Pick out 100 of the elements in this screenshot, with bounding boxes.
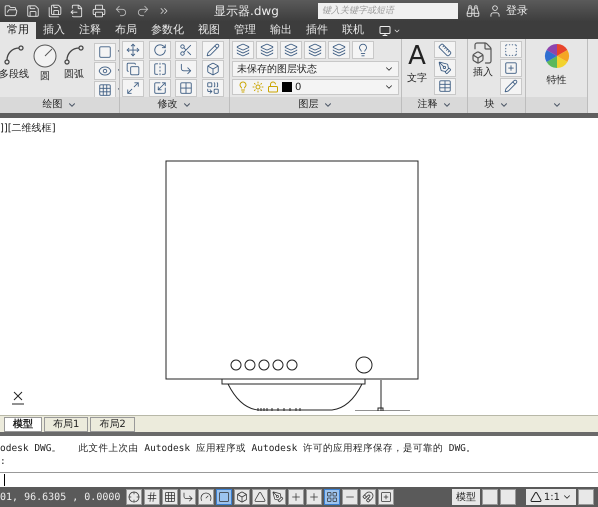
ribbon-tab[interactable]: 布局 [108, 22, 144, 39]
squares-icon [206, 81, 220, 95]
status-toggle[interactable] [288, 489, 304, 505]
layer-tool[interactable] [328, 41, 350, 59]
crosshair-cursor [354, 380, 410, 411]
layer-dropdown[interactable]: 0 [232, 79, 399, 95]
undo-icon[interactable] [114, 4, 128, 18]
attribute-tool[interactable] [500, 78, 522, 95]
pen-icon [438, 60, 452, 75]
draw-tool-button[interactable]: 圆 [32, 43, 58, 97]
table-tool[interactable] [434, 78, 456, 95]
save-as-icon[interactable] [48, 4, 62, 18]
hash-icon [146, 491, 158, 503]
viewport-label[interactable]: ]][二维线框] [0, 121, 56, 136]
create-block-tool[interactable] [500, 41, 522, 58]
move-tool[interactable] [122, 41, 144, 59]
sun-icon [252, 81, 264, 93]
search-field[interactable]: 键入关键字或短语 [318, 3, 458, 19]
ribbon-tab[interactable]: 联机 [335, 22, 371, 39]
trim-tool[interactable] [175, 41, 197, 59]
ribbon-tab[interactable]: 注释 [72, 22, 108, 39]
annotation-scale-button[interactable]: 1:1 [526, 489, 576, 505]
copy-tool[interactable] [122, 60, 144, 78]
layer-tool[interactable] [352, 41, 374, 59]
dashed-square-icon [504, 42, 518, 57]
array-tool[interactable] [175, 79, 197, 97]
offset-tool[interactable] [202, 79, 224, 97]
plus-icon [308, 491, 320, 503]
rotate-tool[interactable] [148, 41, 170, 59]
layer-tool[interactable] [280, 41, 302, 59]
ribbon-tab[interactable]: 视图 [191, 22, 227, 39]
redo-icon[interactable] [136, 4, 150, 18]
edit-block-tool[interactable] [500, 59, 522, 77]
hatch-tool[interactable] [94, 81, 116, 97]
status-toggle[interactable] [252, 489, 268, 505]
draw-tool-button[interactable]: 圆弧 [62, 43, 86, 97]
layer-tool[interactable] [304, 41, 326, 59]
model-button[interactable]: 模型 [452, 489, 480, 505]
layout-tab[interactable]: 布局1 [44, 416, 88, 432]
panel-title[interactable]: 图层 [298, 99, 318, 111]
scale-tool[interactable] [148, 79, 170, 97]
status-toggle[interactable] [144, 489, 160, 505]
document-icon[interactable] [70, 4, 84, 18]
plus-icon [290, 491, 302, 503]
triangle-icon [254, 491, 266, 503]
layout-tab[interactable]: 布局2 [90, 416, 135, 432]
insert-tool-button[interactable]: 插入 [470, 41, 496, 95]
status-toggle[interactable] [234, 489, 250, 505]
more-icon[interactable] [158, 5, 170, 17]
ribbon-tab[interactable]: 插入 [36, 22, 72, 39]
status-toggle[interactable] [216, 489, 232, 505]
status-toggle[interactable] [306, 489, 322, 505]
plus-square-icon [380, 491, 392, 503]
status-toggle[interactable] [342, 489, 358, 505]
ribbon-tab[interactable]: 常用 [0, 22, 36, 39]
rectangle-tool[interactable] [94, 43, 116, 61]
status-toggle[interactable] [162, 489, 178, 505]
ribbon-tab[interactable]: 插件 [299, 22, 335, 39]
rotate-icon [152, 43, 166, 57]
status-toggle[interactable] [360, 489, 376, 505]
table-icon [438, 79, 452, 94]
crosshair-icon [128, 491, 140, 503]
panel-title[interactable]: 修改 [158, 99, 178, 111]
status-toggle[interactable] [270, 489, 286, 505]
ellipse-tool[interactable] [94, 62, 116, 80]
dimension-tool[interactable] [434, 41, 456, 58]
layer-tool[interactable] [232, 41, 254, 59]
status-toggle[interactable] [378, 489, 394, 505]
panel-title[interactable]: 块 [484, 99, 494, 111]
fillet-tool[interactable] [175, 60, 197, 78]
layer-state-dropdown[interactable]: 未保存的图层状态 [232, 61, 399, 77]
text-tool-button[interactable]: A 文字 [404, 41, 430, 95]
panel-title[interactable]: 绘图 [42, 99, 62, 111]
folder-icon[interactable] [4, 4, 18, 18]
lightbulb-icon [356, 43, 370, 57]
sign-in-link[interactable]: 登录 [506, 2, 528, 20]
explode-tool[interactable] [202, 60, 224, 78]
erase-tool[interactable] [202, 41, 224, 59]
binoculars-icon[interactable] [466, 4, 480, 18]
layer-tool[interactable] [256, 41, 278, 59]
ribbon-tab[interactable]: 参数化 [144, 22, 191, 39]
status-toggle[interactable] [126, 489, 142, 505]
ribbon-tab[interactable]: 输出 [263, 22, 299, 39]
layout-tab[interactable]: 模型 [4, 416, 42, 432]
stretch-tool[interactable] [122, 79, 144, 97]
eye-icon [98, 64, 112, 78]
user-icon[interactable] [488, 4, 502, 18]
save-icon[interactable] [26, 4, 40, 18]
print-icon[interactable] [92, 4, 106, 18]
properties-button[interactable]: 特性 [544, 43, 570, 88]
layers-icon [236, 43, 250, 57]
ribbon-tab[interactable]: 管理 [227, 22, 263, 39]
leader-tool[interactable] [434, 59, 456, 77]
ucs-icon [12, 392, 24, 404]
status-toggle[interactable] [198, 489, 214, 505]
status-toggle[interactable] [180, 489, 196, 505]
grid-icon [164, 491, 176, 503]
grid-icon [326, 491, 338, 503]
mirror-tool[interactable] [148, 60, 170, 78]
status-toggle[interactable] [324, 489, 340, 505]
